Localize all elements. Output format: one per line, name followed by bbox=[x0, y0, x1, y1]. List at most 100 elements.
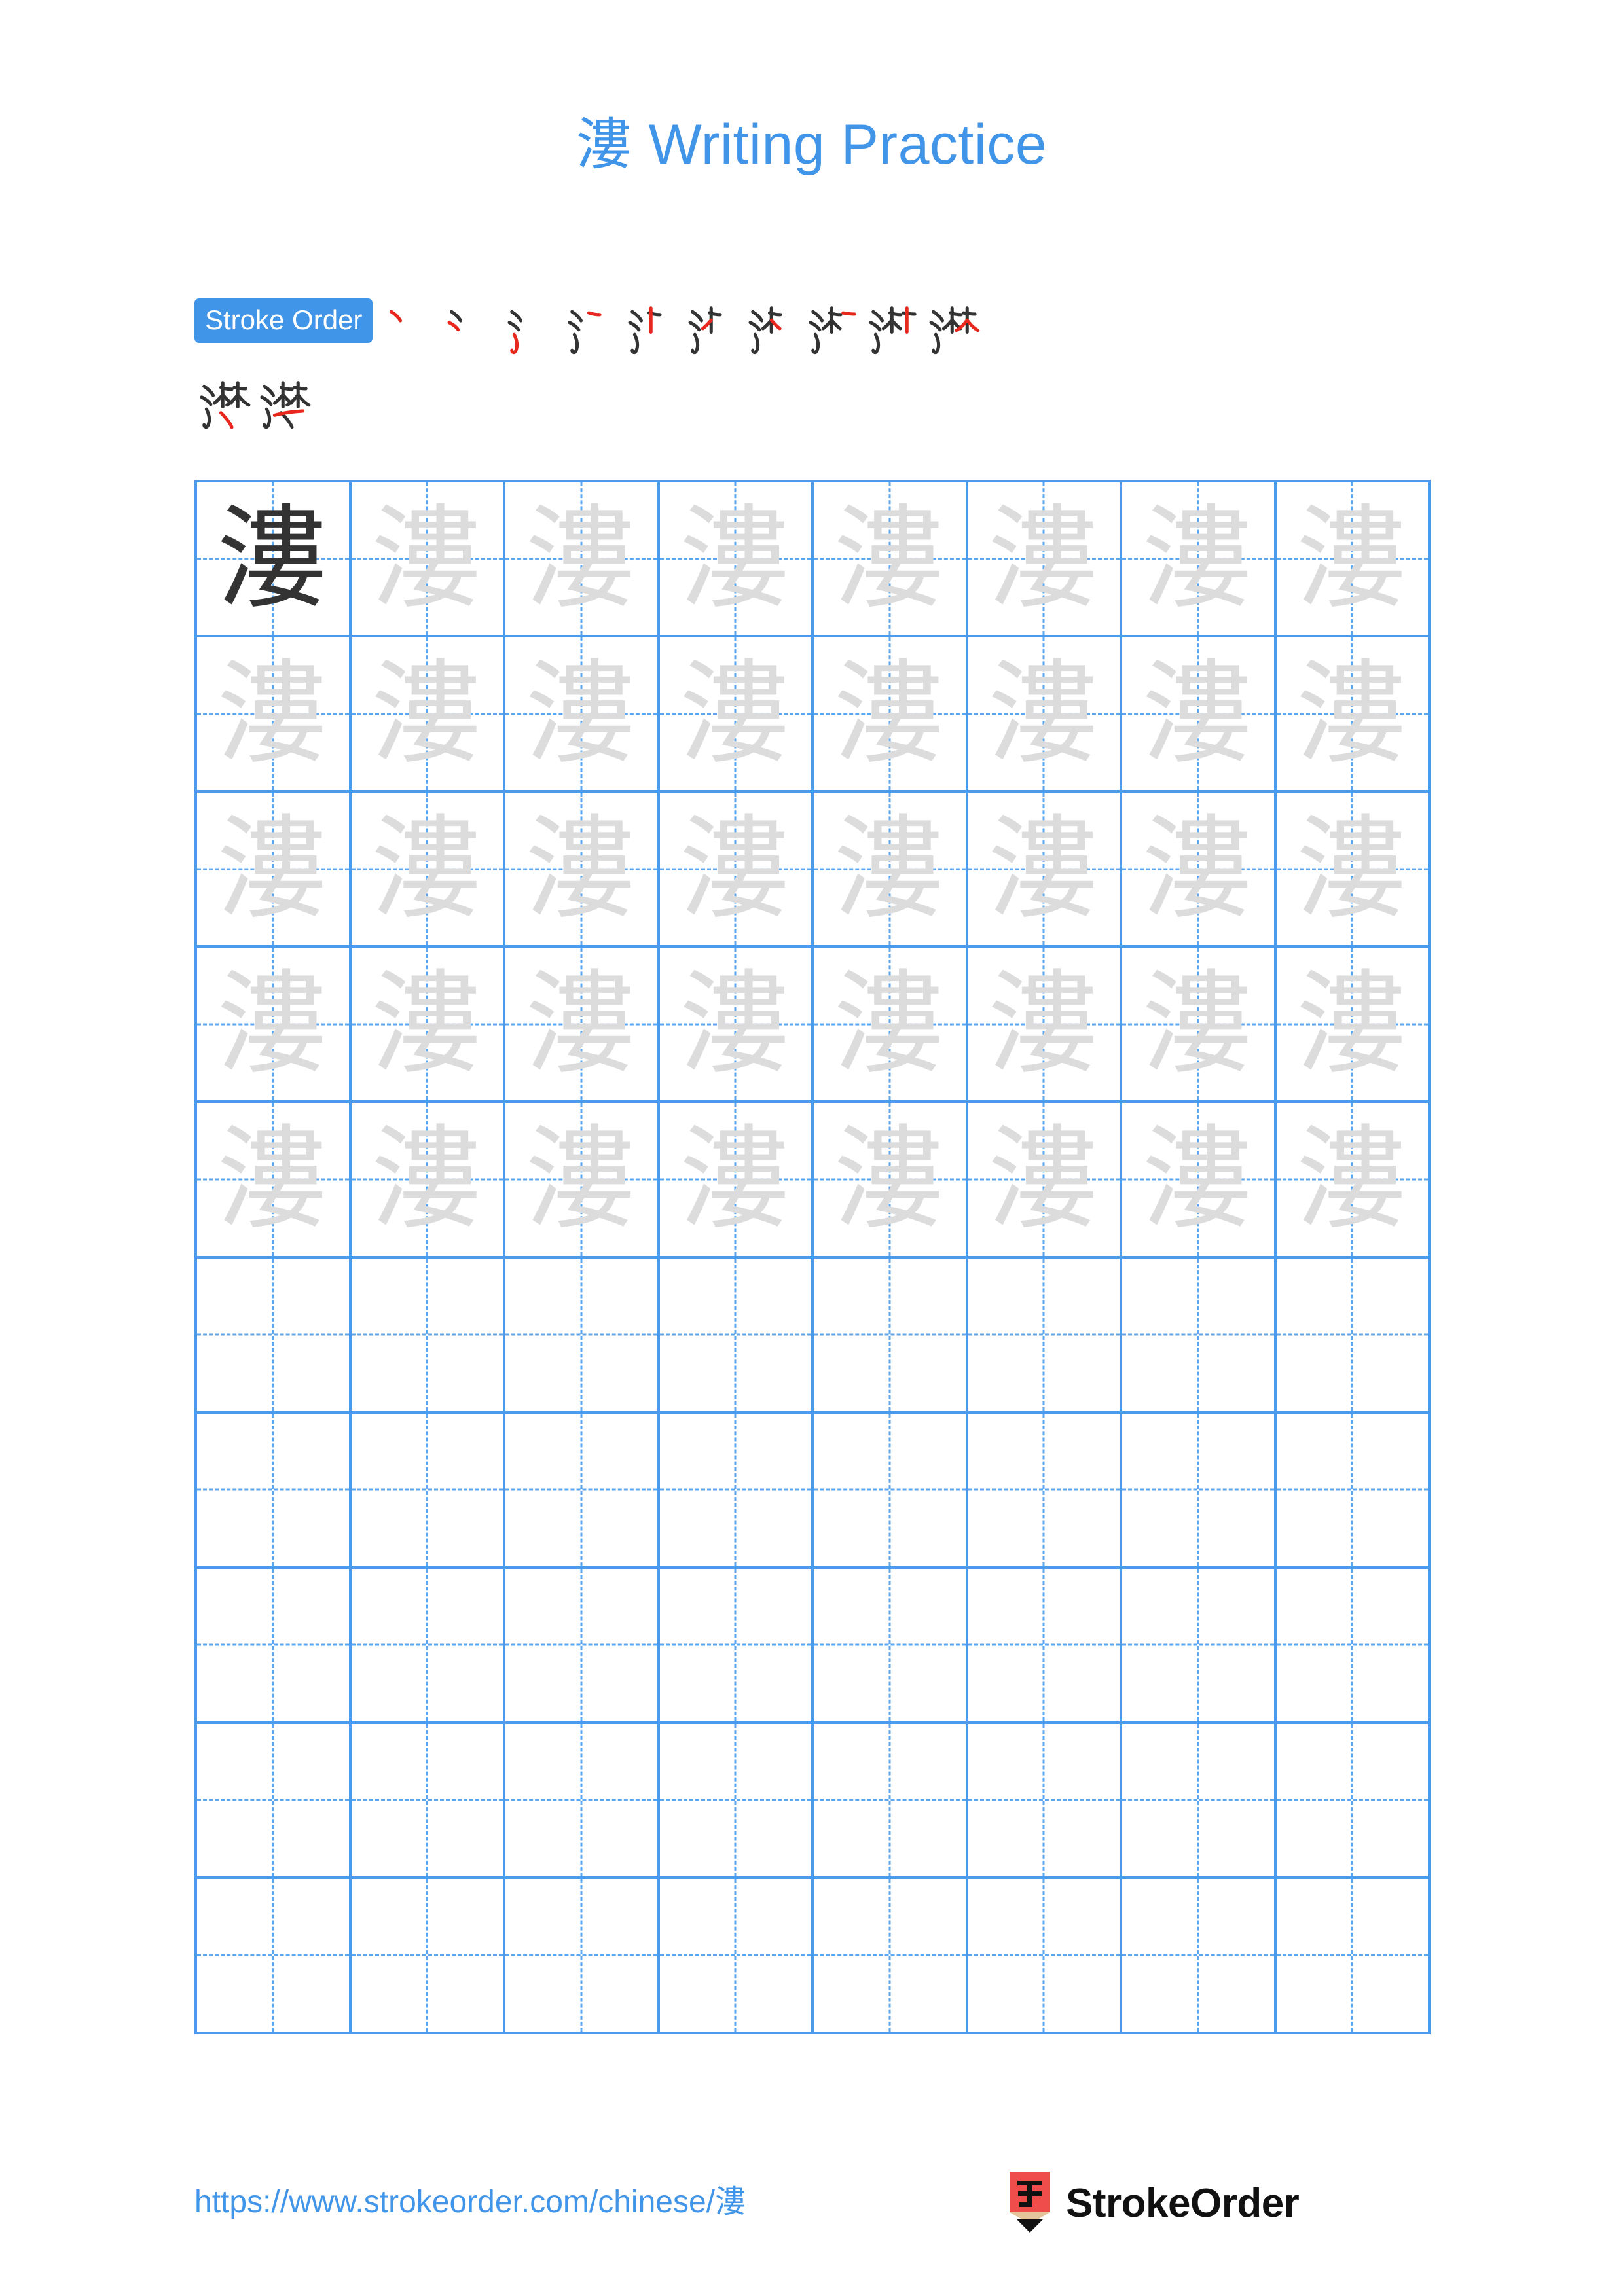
practice-cell[interactable]: 漊 bbox=[968, 482, 1122, 638]
trace-character: 漊 bbox=[1141, 802, 1254, 935]
practice-cell[interactable]: 漊 bbox=[1122, 948, 1277, 1103]
trace-character: 漊 bbox=[1296, 492, 1409, 624]
practice-cell[interactable] bbox=[659, 1258, 814, 1414]
practice-cell[interactable] bbox=[814, 1878, 968, 2034]
practice-cell[interactable]: 漊 bbox=[197, 793, 352, 948]
practice-cell[interactable]: 漊 bbox=[505, 637, 660, 793]
practice-cell[interactable] bbox=[197, 1258, 352, 1414]
practice-cell[interactable] bbox=[1122, 1258, 1277, 1414]
practice-cell[interactable] bbox=[968, 1723, 1122, 1879]
practice-cell[interactable] bbox=[351, 1878, 505, 2034]
practice-cell[interactable] bbox=[1276, 1568, 1431, 1724]
practice-cell[interactable]: 漊 bbox=[1122, 482, 1277, 638]
practice-cell[interactable]: 漊 bbox=[968, 1103, 1122, 1259]
practice-cell[interactable] bbox=[197, 1568, 352, 1724]
practice-cell[interactable]: 漊 bbox=[351, 793, 505, 948]
empty-practice-slot bbox=[197, 1724, 349, 1876]
practice-cell[interactable]: 漊 bbox=[1276, 482, 1431, 638]
practice-cell[interactable] bbox=[659, 1568, 814, 1724]
practice-cell[interactable]: 漊 bbox=[505, 482, 660, 638]
practice-cell[interactable] bbox=[814, 1258, 968, 1414]
practice-cell[interactable]: 漊 bbox=[197, 637, 352, 793]
stroke-step-6 bbox=[683, 296, 743, 361]
practice-cell[interactable] bbox=[659, 1413, 814, 1569]
empty-practice-slot bbox=[505, 1414, 657, 1566]
practice-cell[interactable]: 漊 bbox=[659, 793, 814, 948]
practice-cell[interactable] bbox=[1122, 1568, 1277, 1724]
practice-cell[interactable] bbox=[659, 1878, 814, 2034]
practice-cell[interactable] bbox=[351, 1258, 505, 1414]
practice-cell[interactable] bbox=[197, 1723, 352, 1879]
practice-cell[interactable] bbox=[968, 1878, 1122, 2034]
practice-cell[interactable]: 漊 bbox=[505, 793, 660, 948]
practice-cell[interactable] bbox=[814, 1568, 968, 1724]
practice-cell[interactable]: 漊 bbox=[351, 948, 505, 1103]
practice-cell[interactable] bbox=[814, 1413, 968, 1569]
practice-cell[interactable]: 漊 bbox=[197, 482, 352, 638]
practice-cell[interactable]: 漊 bbox=[968, 948, 1122, 1103]
practice-cell[interactable] bbox=[1276, 1258, 1431, 1414]
practice-cell[interactable] bbox=[1276, 1723, 1431, 1879]
practice-cell[interactable] bbox=[1276, 1413, 1431, 1569]
stroke-order-badge: Stroke Order bbox=[194, 298, 373, 343]
practice-cell[interactable]: 漊 bbox=[968, 793, 1122, 948]
practice-cell[interactable] bbox=[351, 1568, 505, 1724]
practice-cell[interactable]: 漊 bbox=[814, 482, 968, 638]
empty-practice-slot bbox=[1122, 1569, 1274, 1721]
practice-cell[interactable]: 漊 bbox=[197, 1103, 352, 1259]
practice-cell[interactable] bbox=[197, 1413, 352, 1569]
practice-cell[interactable]: 漊 bbox=[1276, 1103, 1431, 1259]
source-url-link[interactable]: https://www.strokeorder.com/chinese/漊 bbox=[194, 2176, 746, 2221]
practice-cell[interactable] bbox=[1122, 1413, 1277, 1569]
practice-cell[interactable] bbox=[968, 1413, 1122, 1569]
practice-cell[interactable] bbox=[351, 1723, 505, 1879]
practice-cell[interactable]: 漊 bbox=[659, 1103, 814, 1259]
practice-cell[interactable] bbox=[1122, 1878, 1277, 2034]
practice-cell[interactable] bbox=[505, 1878, 660, 2034]
trace-character: 漊 bbox=[371, 647, 484, 780]
practice-cell[interactable] bbox=[1276, 1878, 1431, 2034]
practice-cell[interactable]: 漊 bbox=[351, 482, 505, 638]
trace-character: 漊 bbox=[679, 802, 792, 935]
practice-cell[interactable]: 漊 bbox=[1122, 1103, 1277, 1259]
practice-cell[interactable] bbox=[814, 1723, 968, 1879]
practice-cell[interactable]: 漊 bbox=[659, 948, 814, 1103]
practice-cell[interactable] bbox=[968, 1568, 1122, 1724]
trace-character: 漊 bbox=[216, 958, 329, 1090]
practice-cell[interactable]: 漊 bbox=[1122, 793, 1277, 948]
practice-cell[interactable]: 漊 bbox=[351, 637, 505, 793]
practice-cell[interactable]: 漊 bbox=[1276, 948, 1431, 1103]
pencil-logo-icon bbox=[1010, 2172, 1050, 2233]
practice-cell[interactable]: 漊 bbox=[814, 637, 968, 793]
practice-cell[interactable]: 漊 bbox=[1276, 637, 1431, 793]
practice-cell[interactable]: 漊 bbox=[968, 637, 1122, 793]
practice-cell[interactable]: 漊 bbox=[1122, 637, 1277, 793]
practice-cell[interactable]: 漊 bbox=[814, 793, 968, 948]
practice-cell[interactable]: 漊 bbox=[1276, 793, 1431, 948]
trace-character: 漊 bbox=[371, 1113, 484, 1245]
empty-practice-slot bbox=[968, 1569, 1120, 1721]
practice-cell[interactable] bbox=[197, 1878, 352, 2034]
practice-cell[interactable] bbox=[505, 1568, 660, 1724]
trace-character: 漊 bbox=[1141, 647, 1254, 780]
empty-practice-slot bbox=[197, 1259, 349, 1411]
practice-cell[interactable] bbox=[505, 1258, 660, 1414]
practice-cell[interactable] bbox=[968, 1258, 1122, 1414]
practice-cell[interactable] bbox=[351, 1413, 505, 1569]
empty-practice-slot bbox=[1277, 1569, 1429, 1721]
practice-cell[interactable]: 漊 bbox=[505, 948, 660, 1103]
practice-cell[interactable]: 漊 bbox=[351, 1103, 505, 1259]
practice-cell[interactable] bbox=[505, 1723, 660, 1879]
practice-cell[interactable] bbox=[659, 1723, 814, 1879]
trace-character: 漊 bbox=[833, 1113, 946, 1245]
empty-practice-slot bbox=[968, 1259, 1120, 1411]
page-footer: https://www.strokeorder.com/chinese/漊 St… bbox=[0, 2172, 1623, 2250]
practice-cell[interactable]: 漊 bbox=[197, 948, 352, 1103]
practice-cell[interactable]: 漊 bbox=[659, 482, 814, 638]
practice-cell[interactable]: 漊 bbox=[814, 948, 968, 1103]
practice-cell[interactable]: 漊 bbox=[659, 637, 814, 793]
practice-cell[interactable]: 漊 bbox=[505, 1103, 660, 1259]
practice-cell[interactable] bbox=[1122, 1723, 1277, 1879]
practice-cell[interactable]: 漊 bbox=[814, 1103, 968, 1259]
practice-cell[interactable] bbox=[505, 1413, 660, 1569]
